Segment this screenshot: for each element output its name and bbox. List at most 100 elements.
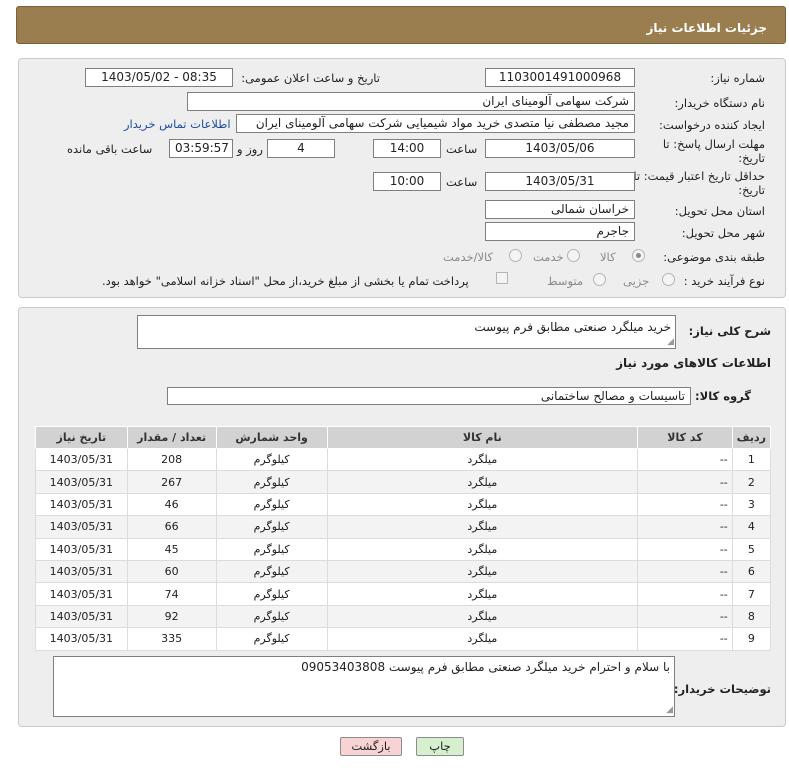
payment-note: پرداخت تمام یا بخشی از مبلغ خرید،از محل …	[102, 274, 469, 288]
days-field: 4	[267, 139, 335, 158]
province-field: خراسان شمالی	[485, 200, 635, 219]
buyer-notes-text: با سلام و احترام خرید میلگرد صنعتی مطابق…	[301, 660, 670, 674]
table-row: 8 -- میلگرد کیلوگرم 92 1403/05/31	[35, 604, 772, 629]
process-medium-radio[interactable]	[593, 273, 606, 286]
cell-row-number: 4	[731, 515, 772, 539]
validity-date-field: 1403/05/31	[485, 172, 635, 191]
deadline-date-label: تاریخ:	[738, 151, 765, 165]
resize-grip-icon[interactable]: ◢	[666, 706, 673, 715]
table-row: 4 -- میلگرد کیلوگرم 66 1403/05/31	[35, 515, 772, 539]
cell-goods-code: --	[637, 604, 733, 629]
summary-textarea[interactable]: خرید میلگرد صنعتی مطابق فرم پیوست ◢	[137, 315, 676, 349]
cell-row-number: 9	[731, 627, 772, 651]
cell-need-date: 1403/05/31	[35, 537, 128, 561]
cell-unit: کیلوگرم	[215, 604, 328, 629]
cell-goods-code: --	[637, 470, 733, 494]
days-label: روز و	[237, 142, 263, 156]
goods-group-label: گروه کالا:	[695, 389, 751, 403]
treasury-checkbox[interactable]	[496, 272, 508, 284]
cell-goods-code: --	[637, 537, 733, 561]
col-goods-code: کد کالا	[637, 426, 733, 449]
cell-goods-name: میلگرد	[326, 447, 639, 472]
cell-quantity: 335	[126, 627, 217, 651]
validity-label: حداقل تاریخ اعتبار قیمت: تا	[633, 169, 765, 183]
col-quantity: تعداد / مقدار	[126, 426, 217, 449]
category-both-label: کالا/خدمت	[443, 250, 494, 264]
category-service-radio[interactable]	[567, 249, 580, 262]
cell-goods-code: --	[637, 582, 733, 606]
cell-quantity: 267	[126, 470, 217, 494]
city-field: جاجرم	[485, 222, 635, 241]
validity-date-label: تاریخ:	[738, 183, 765, 197]
cell-goods-code: --	[637, 515, 733, 539]
resize-grip-icon[interactable]: ◢	[667, 338, 674, 347]
cell-goods-name: میلگرد	[326, 515, 639, 539]
cell-quantity: 74	[126, 582, 217, 606]
category-both-radio[interactable]	[509, 249, 522, 262]
table-row: 2 -- میلگرد کیلوگرم 267 1403/05/31	[35, 470, 772, 494]
table-row: 6 -- میلگرد کیلوگرم 60 1403/05/31	[35, 559, 772, 584]
table-row: 3 -- میلگرد کیلوگرم 46 1403/05/31	[35, 492, 772, 517]
goods-table: ردیف کد کالا نام کالا واحد شمارش تعداد /…	[35, 426, 772, 651]
cell-goods-name: میلگرد	[326, 492, 639, 517]
cell-quantity: 66	[126, 515, 217, 539]
cell-goods-name: میلگرد	[326, 537, 639, 561]
cell-unit: کیلوگرم	[215, 582, 328, 606]
creator-label: ایجاد کننده درخواست:	[659, 118, 765, 132]
cell-need-date: 1403/05/31	[35, 604, 128, 629]
need-number-label: شماره نیاز:	[710, 71, 765, 85]
cell-row-number: 2	[731, 470, 772, 494]
cell-goods-name: میلگرد	[326, 582, 639, 606]
cell-goods-name: میلگرد	[326, 470, 639, 494]
cell-need-date: 1403/05/31	[35, 515, 128, 539]
cell-goods-code: --	[637, 559, 733, 584]
cell-goods-name: میلگرد	[326, 604, 639, 629]
cell-row-number: 8	[731, 604, 772, 629]
cell-unit: کیلوگرم	[215, 470, 328, 494]
table-row: 5 -- میلگرد کیلوگرم 45 1403/05/31	[35, 537, 772, 561]
cell-unit: کیلوگرم	[215, 492, 328, 517]
deadline-date-field: 1403/05/06	[485, 139, 635, 158]
buyer-contact-link[interactable]: اطلاعات تماس خریدار	[124, 117, 231, 131]
cell-quantity: 45	[126, 537, 217, 561]
cell-unit: کیلوگرم	[215, 515, 328, 539]
province-label: استان محل تحویل:	[674, 204, 765, 218]
cell-need-date: 1403/05/31	[35, 582, 128, 606]
process-minor-radio[interactable]	[662, 273, 675, 286]
goods-info-title: اطلاعات کالاهای مورد نیاز	[616, 356, 771, 370]
goods-panel: شرح کلی نیاز: خرید میلگرد صنعتی مطابق فر…	[18, 307, 786, 727]
validity-time-field: 10:00	[373, 172, 441, 191]
cell-goods-code: --	[637, 492, 733, 517]
back-button[interactable]: بازگشت	[340, 737, 402, 756]
cell-need-date: 1403/05/31	[35, 627, 128, 651]
deadline-hour-label: ساعت	[446, 142, 478, 156]
cell-row-number: 5	[731, 537, 772, 561]
category-goods-label: کالا	[600, 250, 616, 264]
cell-goods-code: --	[637, 447, 733, 472]
col-need-date: تاریخ نیاز	[35, 426, 128, 449]
buyer-org-field: شرکت سهامی آلومینای ایران	[187, 92, 635, 111]
cell-quantity: 92	[126, 604, 217, 629]
deadline-label: مهلت ارسال پاسخ: تا	[662, 137, 765, 151]
announce-field: 1403/05/02 - 08:35	[85, 68, 233, 87]
category-label: طبقه بندی موضوعی:	[663, 250, 765, 264]
need-info-panel: شماره نیاز: 1103001491000968 تاریخ و ساع…	[18, 58, 786, 298]
need-number-field: 1103001491000968	[485, 68, 635, 87]
buyer-org-label: نام دستگاه خریدار:	[674, 96, 765, 110]
cell-goods-name: میلگرد	[326, 627, 639, 651]
table-row: 7 -- میلگرد کیلوگرم 74 1403/05/31	[35, 582, 772, 606]
cell-goods-name: میلگرد	[326, 559, 639, 584]
remaining-label: ساعت باقی مانده	[67, 142, 153, 156]
cell-unit: کیلوگرم	[215, 627, 328, 651]
cell-unit: کیلوگرم	[215, 559, 328, 584]
table-row: 1 -- میلگرد کیلوگرم 208 1403/05/31	[35, 447, 772, 472]
buyer-notes-textarea[interactable]: با سلام و احترام خرید میلگرد صنعتی مطابق…	[53, 656, 675, 717]
deadline-time-field: 14:00	[373, 139, 441, 158]
process-label: نوع فرآیند خرید :	[683, 274, 765, 288]
announce-label: تاریخ و ساعت اعلان عمومی:	[241, 71, 380, 85]
category-goods-radio[interactable]	[632, 249, 645, 262]
cell-need-date: 1403/05/31	[35, 470, 128, 494]
summary-label: شرح کلی نیاز:	[688, 324, 771, 338]
validity-hour-label: ساعت	[446, 175, 478, 189]
print-button[interactable]: چاپ	[416, 737, 464, 756]
